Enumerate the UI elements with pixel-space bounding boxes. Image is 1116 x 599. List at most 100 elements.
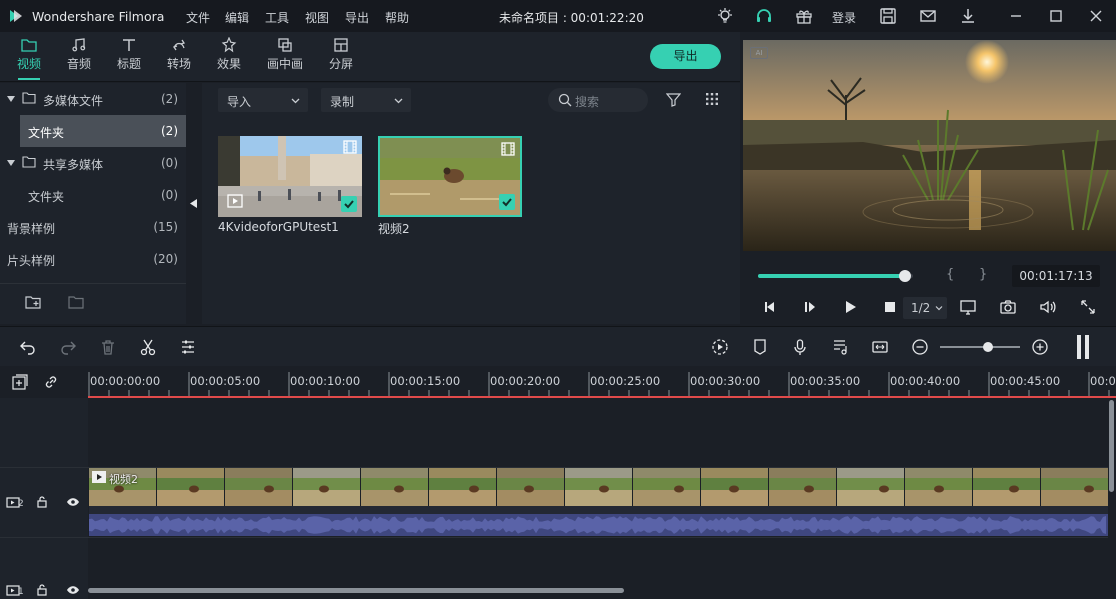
record-dropdown[interactable]: 录制 xyxy=(321,88,411,112)
play-slow-icon[interactable] xyxy=(801,298,819,316)
display-settings-icon[interactable] xyxy=(959,298,977,316)
zoom-in-icon[interactable] xyxy=(1031,338,1049,356)
menu-file[interactable]: 文件 xyxy=(186,9,210,26)
link-icon[interactable] xyxy=(43,374,59,390)
lightbulb-icon[interactable] xyxy=(715,6,735,26)
folder-outline-icon[interactable] xyxy=(68,295,84,309)
login-link[interactable]: 登录 xyxy=(832,9,856,26)
clip-frame xyxy=(565,468,633,506)
preview-viewer[interactable]: AI xyxy=(743,40,1116,251)
tab-label: 标题 xyxy=(116,57,141,71)
clip-frame xyxy=(973,468,1041,506)
video-file-icon xyxy=(227,194,243,208)
volume-icon[interactable] xyxy=(1039,298,1057,316)
vertical-scrollbar-thumb[interactable] xyxy=(1109,400,1114,492)
zoom-out-icon[interactable] xyxy=(911,338,929,356)
clip-frame xyxy=(429,468,497,506)
horizontal-scrollbar-thumb[interactable] xyxy=(88,588,624,593)
add-track-icon[interactable] xyxy=(12,374,28,390)
menu-edit[interactable]: 编辑 xyxy=(225,9,249,26)
tab-video[interactable]: 视频 xyxy=(6,32,52,82)
tab-audio[interactable]: 音频 xyxy=(56,32,102,82)
effects-icon xyxy=(221,37,237,53)
library-item-folder[interactable]: 文件夹 (2) xyxy=(20,115,186,147)
library-item-label: 文件夹 xyxy=(28,190,65,204)
snapshot-camera-icon[interactable] xyxy=(999,298,1017,316)
fullscreen-icon[interactable] xyxy=(1079,298,1097,316)
export-button[interactable]: 导出 xyxy=(650,44,721,69)
library-item-label: 共享多媒体 xyxy=(43,158,104,172)
library-item-count: (15) xyxy=(153,220,178,234)
maximize-icon[interactable] xyxy=(1046,6,1066,26)
scissors-icon[interactable] xyxy=(139,338,157,356)
tab-pip[interactable]: 画中画 xyxy=(262,32,308,82)
vertical-scrollbar[interactable] xyxy=(1108,398,1116,599)
new-folder-icon[interactable] xyxy=(25,295,41,309)
timeline-toolbar xyxy=(0,326,1116,366)
clip-frame xyxy=(1041,468,1108,506)
menu-help[interactable]: 帮助 xyxy=(385,9,409,26)
folder-icon xyxy=(21,39,37,52)
search-input[interactable]: 搜索 xyxy=(548,88,648,112)
library-item-shared-media[interactable]: 共享多媒体 (0) xyxy=(0,147,186,179)
menu-view[interactable]: 视图 xyxy=(305,9,329,26)
transition-icon xyxy=(172,39,186,51)
stop-icon[interactable] xyxy=(881,298,899,316)
filter-icon[interactable] xyxy=(666,92,681,107)
playback-progress-bar[interactable] xyxy=(758,270,913,282)
clip-frame xyxy=(361,468,429,506)
horizontal-scrollbar[interactable] xyxy=(88,586,1108,594)
headset-icon[interactable] xyxy=(754,6,774,26)
media-thumbnail-selected[interactable] xyxy=(378,136,522,217)
save-icon[interactable] xyxy=(878,6,898,26)
previous-frame-icon[interactable] xyxy=(761,298,779,316)
fit-timeline-icon[interactable] xyxy=(871,338,889,356)
gift-icon[interactable] xyxy=(794,6,814,26)
import-dropdown[interactable]: 导入 xyxy=(218,88,308,112)
lock-icon[interactable] xyxy=(35,583,49,597)
undo-icon[interactable] xyxy=(19,338,37,356)
download-icon[interactable] xyxy=(958,6,978,26)
pause-bars-icon[interactable] xyxy=(1075,335,1091,359)
tab-label: 转场 xyxy=(166,57,191,71)
mark-out-icon[interactable]: } xyxy=(979,267,987,282)
ruler-tick-label: 00:00:45:00 xyxy=(990,374,1061,388)
panel-collapse-handle[interactable] xyxy=(187,83,201,324)
minimize-icon[interactable] xyxy=(1006,6,1026,26)
ruler-tick-label: 00:00:10:00 xyxy=(290,374,361,388)
voiceover-list-icon[interactable] xyxy=(831,338,849,356)
menu-export[interactable]: 导出 xyxy=(345,9,369,26)
render-preview-icon[interactable] xyxy=(711,338,729,356)
close-icon[interactable] xyxy=(1086,6,1106,26)
play-icon[interactable] xyxy=(841,298,859,316)
media-thumbnail[interactable] xyxy=(218,136,362,217)
tab-titles[interactable]: 标题 xyxy=(106,32,152,82)
mail-icon[interactable] xyxy=(918,6,938,26)
tab-transitions[interactable]: 转场 xyxy=(156,32,202,82)
playback-speed-select[interactable]: 1/2 xyxy=(903,297,947,319)
library-item-intro-samples[interactable]: 片头样例 (20) xyxy=(0,243,186,275)
mark-in-icon[interactable]: { xyxy=(946,267,954,282)
grid-view-icon[interactable] xyxy=(705,92,719,106)
timeline-zoom-slider[interactable] xyxy=(940,342,1020,352)
eye-icon[interactable] xyxy=(66,495,80,509)
library-item-count: (2) xyxy=(161,92,178,106)
adjust-sliders-icon[interactable] xyxy=(179,338,197,356)
eye-icon[interactable] xyxy=(66,583,80,597)
tab-split-screen[interactable]: 分屏 xyxy=(318,32,364,82)
redo-icon[interactable] xyxy=(59,338,77,356)
library-item-background-samples[interactable]: 背景样例 (15) xyxy=(0,211,186,243)
library-item-shared-folder[interactable]: 文件夹 (0) xyxy=(0,179,186,211)
tab-effects[interactable]: 效果 xyxy=(206,32,252,82)
delete-icon[interactable] xyxy=(99,338,117,356)
timeline-zoom-knob[interactable] xyxy=(983,342,993,352)
menu-tools[interactable]: 工具 xyxy=(265,9,289,26)
marker-icon[interactable] xyxy=(751,338,769,356)
lock-icon[interactable] xyxy=(35,495,49,509)
playback-progress-knob[interactable] xyxy=(899,270,912,282)
timeline-video-clip[interactable]: 视频2 xyxy=(89,468,1108,536)
timeline-ruler[interactable]: 00:00:00:00 00:00:05:00 00:00:10:00 00:0… xyxy=(0,366,1116,398)
library-item-project-media[interactable]: 多媒体文件 (2) xyxy=(0,83,186,115)
microphone-icon[interactable] xyxy=(791,338,809,356)
search-icon xyxy=(558,93,572,107)
